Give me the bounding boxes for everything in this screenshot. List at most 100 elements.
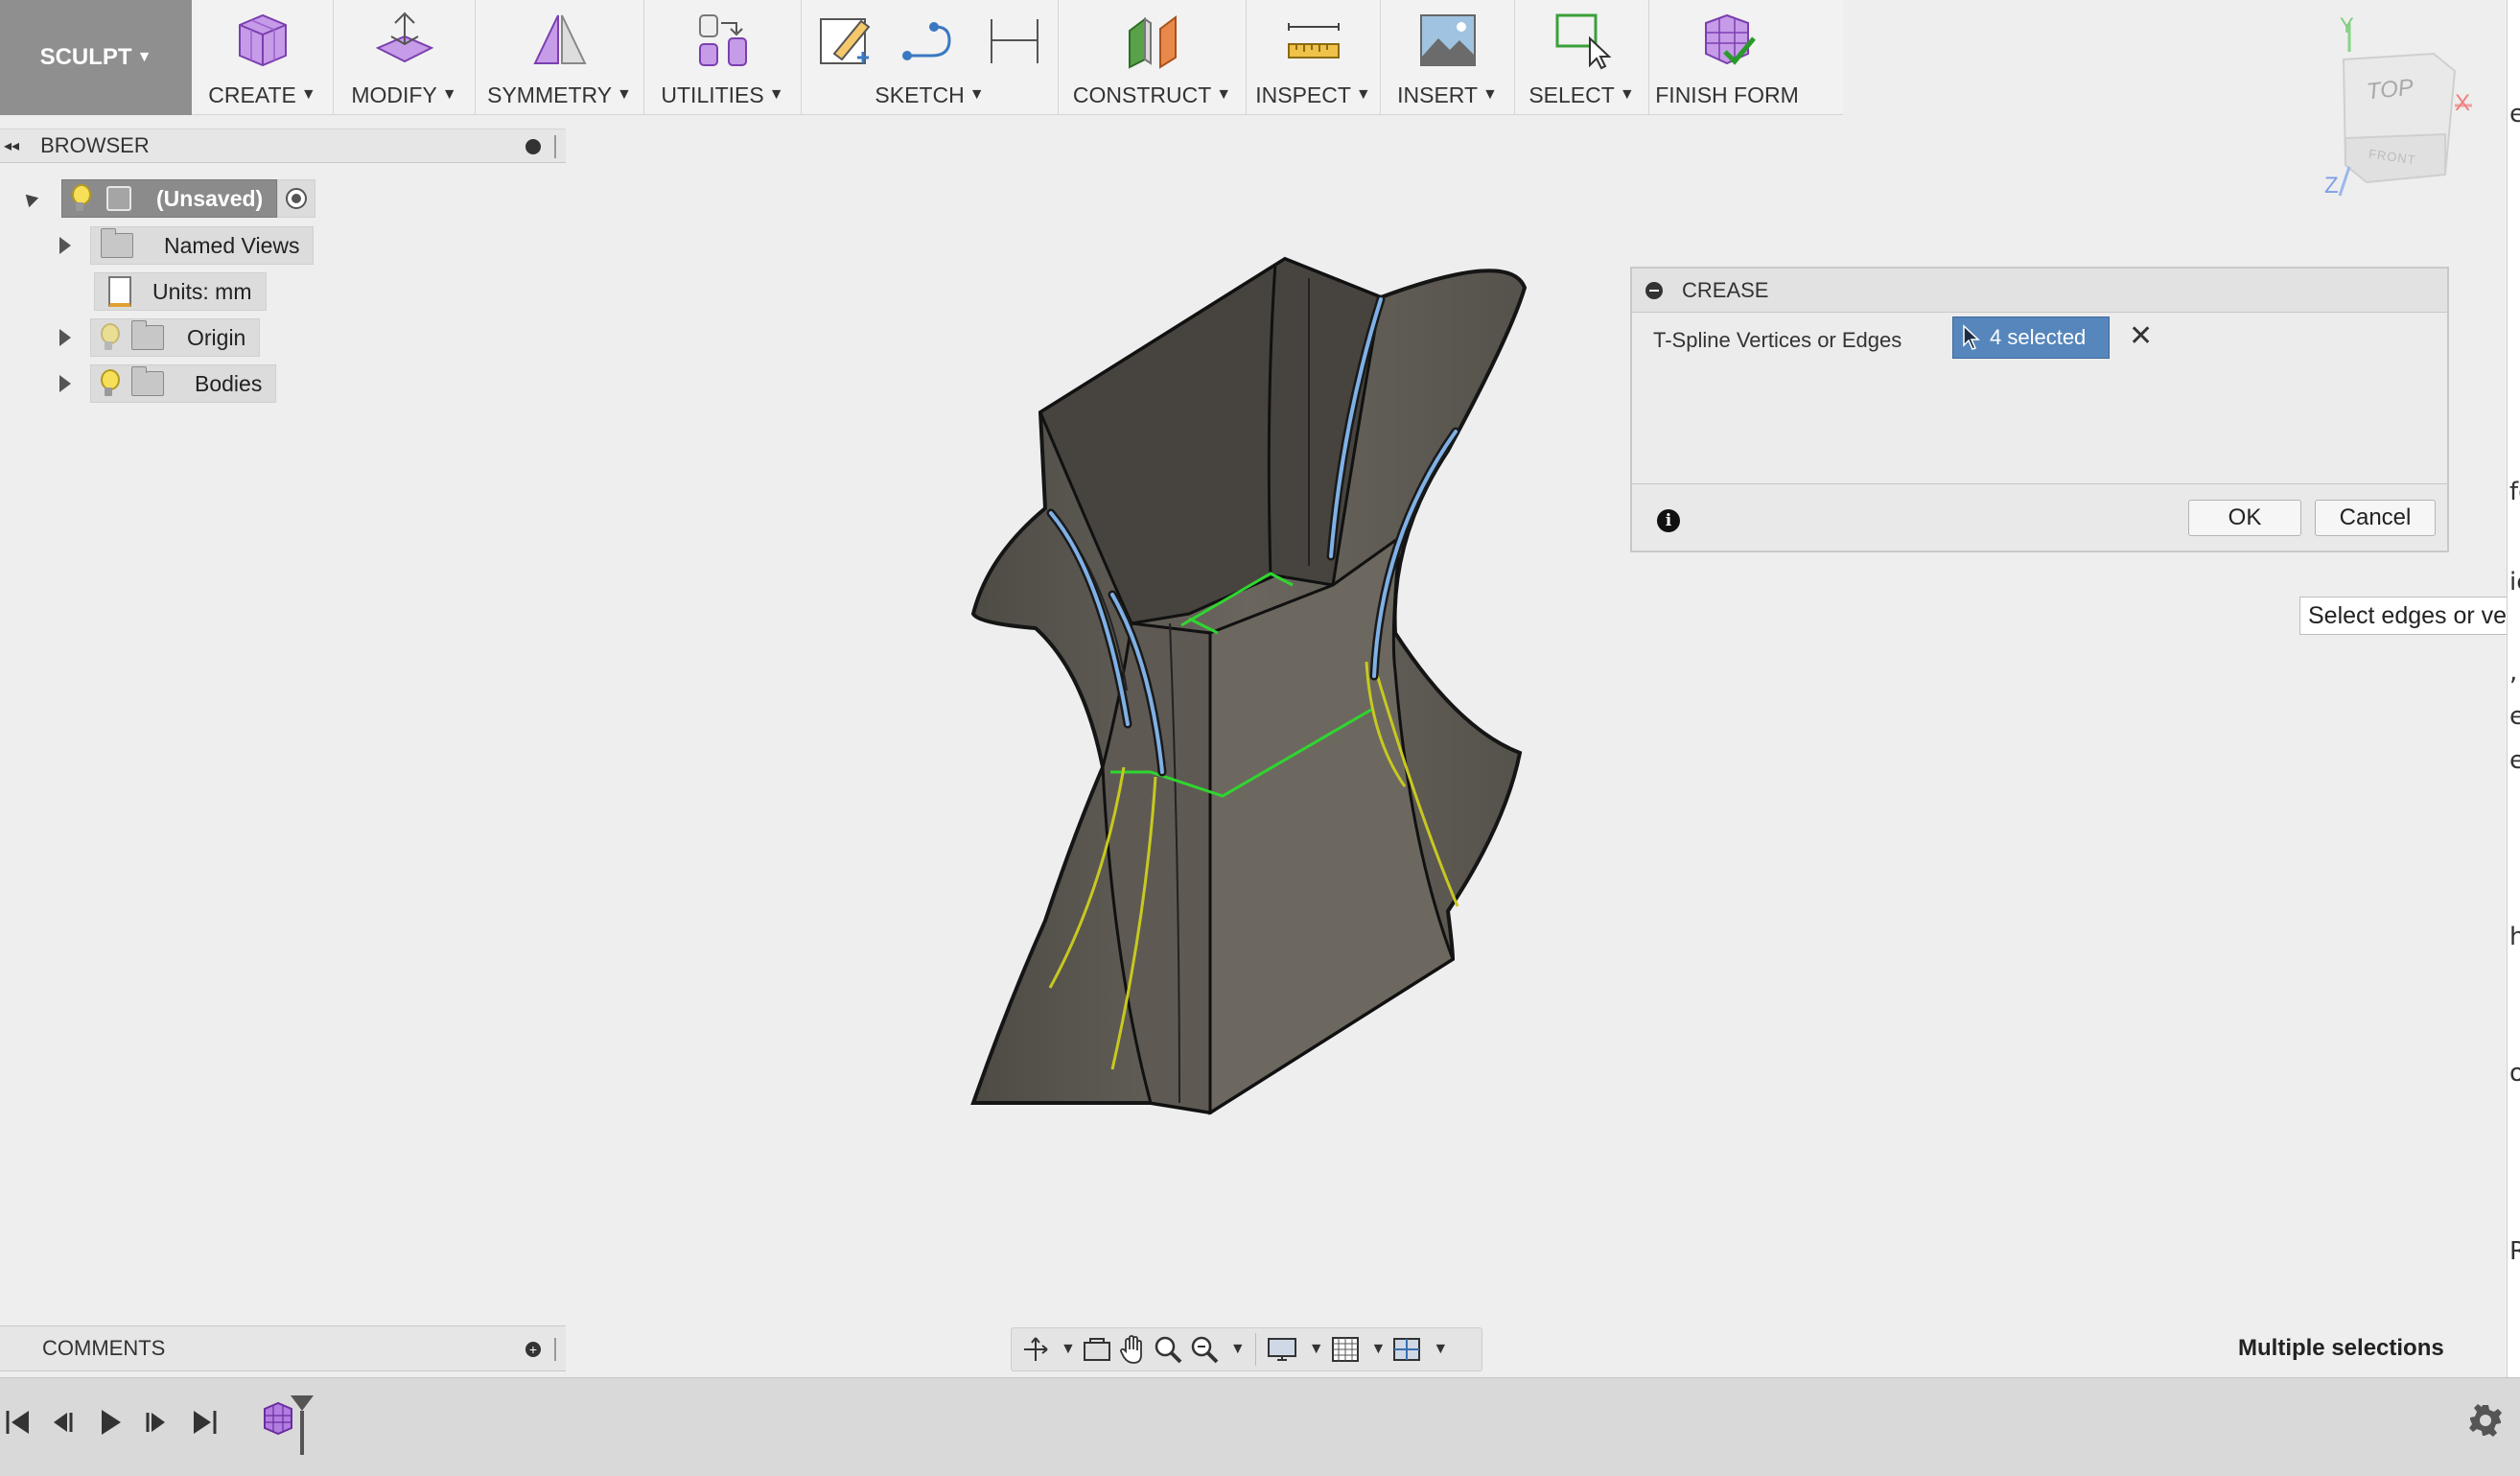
inspect-menu[interactable]: INSPECT ▼ <box>1247 0 1381 115</box>
bodies-node[interactable]: Bodies <box>90 364 277 403</box>
tree-item-named-views[interactable]: Named Views <box>59 226 315 265</box>
sketch-menu[interactable]: SKETCH ▼ <box>802 0 1059 115</box>
settings-gear-icon[interactable] <box>2468 1403 2503 1438</box>
cursor-arrow-icon <box>1963 324 1980 350</box>
grid-settings-button[interactable] <box>1330 1332 1361 1367</box>
cancel-label: Cancel <box>2339 504 2412 530</box>
select-icon <box>1555 13 1612 70</box>
step-forward-icon[interactable] <box>142 1407 171 1438</box>
selection-chip[interactable]: 4 selected <box>1952 316 2110 359</box>
modify-menu[interactable]: MODIFY ▼ <box>334 0 476 115</box>
units-node[interactable]: Units: mm <box>94 272 267 311</box>
display-settings-button[interactable] <box>1266 1332 1298 1367</box>
pan-button[interactable] <box>1118 1332 1147 1367</box>
folder-icon <box>101 228 133 258</box>
document-icon <box>108 276 131 307</box>
panel-grip-icon[interactable] <box>554 135 556 158</box>
tree-item-bodies[interactable]: Bodies <box>59 364 277 403</box>
comments-header[interactable]: COMMENTS + <box>0 1325 566 1371</box>
minimize-icon[interactable] <box>525 139 541 154</box>
collapse-dialog-icon[interactable] <box>1645 281 1663 299</box>
go-to-end-icon[interactable] <box>190 1407 219 1438</box>
collapse-panel-icon[interactable]: ◂◂ <box>4 136 19 155</box>
cancel-button[interactable]: Cancel <box>2315 500 2436 536</box>
workspace-switcher[interactable]: SCULPT ▼ <box>0 0 192 115</box>
info-icon[interactable]: i <box>1657 509 1680 532</box>
status-text: Multiple selections <box>2238 1335 2444 1361</box>
insert-menu-label: INSERT <box>1397 82 1479 107</box>
tree-item-units[interactable]: Units: mm <box>94 272 267 311</box>
model-front-face <box>1208 533 1455 1115</box>
edge-char: fo <box>2509 478 2520 506</box>
add-comment-icon[interactable]: + <box>525 1342 541 1357</box>
fit-button[interactable] <box>1189 1332 1220 1367</box>
chevron-down-icon: ▼ <box>1216 86 1232 103</box>
zoom-fit-icon <box>1191 1336 1219 1364</box>
clear-selection-icon[interactable]: ✕ <box>2129 320 2153 353</box>
measure-icon <box>1287 23 1340 59</box>
zoom-button[interactable] <box>1153 1332 1183 1367</box>
background-window-edge: e fo ic , e e h ol R <box>2507 0 2520 1377</box>
named-views-node[interactable]: Named Views <box>90 226 315 265</box>
timeline-marker[interactable] <box>288 1395 316 1455</box>
viewcube[interactable]: TOP FRONT Y X Z <box>2311 13 2484 205</box>
viewports-icon <box>1393 1338 1421 1361</box>
viewports-button[interactable] <box>1391 1332 1422 1367</box>
chevron-down-icon[interactable]: ▼ <box>1061 1341 1076 1358</box>
edge-char: ic <box>2509 568 2520 597</box>
expand-triangle-icon[interactable] <box>20 189 39 208</box>
visibility-bulb-icon[interactable] <box>99 369 120 398</box>
finish-form-button[interactable]: FINISH FORM <box>1649 0 1805 115</box>
sketch-line-icon <box>901 22 951 60</box>
chevron-down-icon[interactable]: ▼ <box>1433 1341 1448 1358</box>
utilities-menu-label: UTILITIES <box>661 82 764 107</box>
play-icon[interactable] <box>96 1407 125 1438</box>
chevron-down-icon[interactable]: ▼ <box>1309 1341 1324 1358</box>
chevron-down-icon[interactable]: ▼ <box>1230 1341 1246 1358</box>
go-to-start-icon[interactable] <box>4 1407 33 1438</box>
folder-icon <box>131 320 164 350</box>
construct-menu[interactable]: CONSTRUCT ▼ <box>1059 0 1247 115</box>
symmetry-menu[interactable]: SYMMETRY ▼ <box>476 0 644 115</box>
zoom-icon <box>1155 1336 1182 1364</box>
panel-grip-icon[interactable] <box>554 1338 556 1361</box>
browser-header: ◂◂ BROWSER <box>0 129 566 163</box>
visibility-bulb-icon[interactable] <box>70 184 91 213</box>
root-component[interactable]: (Unsaved) <box>61 179 278 218</box>
radio-icon <box>286 188 308 209</box>
chevron-down-icon: ▼ <box>1619 86 1635 103</box>
ok-button[interactable]: OK <box>2188 500 2301 536</box>
select-menu[interactable]: SELECT ▼ <box>1515 0 1649 115</box>
folder-icon <box>131 366 164 396</box>
insert-menu[interactable]: INSERT ▼ <box>1381 0 1515 115</box>
visibility-bulb-icon[interactable] <box>99 323 120 352</box>
expand-arrow-icon[interactable] <box>59 375 71 392</box>
symmetry-icon <box>532 14 587 64</box>
toolbar: SCULPT ▼ CREATE ▼ MODIFY ▼ SYMMETRY ▼ UT… <box>0 0 1843 115</box>
activate-radio[interactable] <box>277 179 316 218</box>
root-label: (Unsaved) <box>156 185 264 211</box>
origin-label: Origin <box>187 324 246 350</box>
chevron-down-icon: ▼ <box>300 86 316 103</box>
symmetry-menu-label: SYMMETRY <box>487 82 613 107</box>
create-menu[interactable]: CREATE ▼ <box>192 0 334 115</box>
chevron-down-icon: ▼ <box>617 86 632 103</box>
step-back-icon[interactable] <box>48 1407 77 1438</box>
finish-form-icon <box>1705 13 1756 65</box>
origin-node[interactable]: Origin <box>90 318 261 357</box>
chevron-down-icon: ▼ <box>1355 86 1371 103</box>
look-at-button[interactable] <box>1082 1332 1112 1367</box>
tspline-model[interactable] <box>949 240 1544 1122</box>
selection-count: 4 selected <box>1990 325 2087 349</box>
select-menu-label: SELECT <box>1528 82 1615 107</box>
utilities-menu[interactable]: UTILITIES ▼ <box>644 0 802 115</box>
viewcube-top-label: TOP <box>2365 74 2415 105</box>
tree-item-origin[interactable]: Origin <box>59 318 261 357</box>
expand-arrow-icon[interactable] <box>59 329 71 346</box>
sketch-menu-label: SKETCH <box>875 82 965 107</box>
expand-arrow-icon[interactable] <box>59 237 71 254</box>
axis-z-label: Z <box>2324 173 2339 199</box>
orbit-button[interactable] <box>1021 1332 1050 1367</box>
display-icon <box>1267 1338 1296 1361</box>
chevron-down-icon[interactable]: ▼ <box>1371 1341 1387 1358</box>
